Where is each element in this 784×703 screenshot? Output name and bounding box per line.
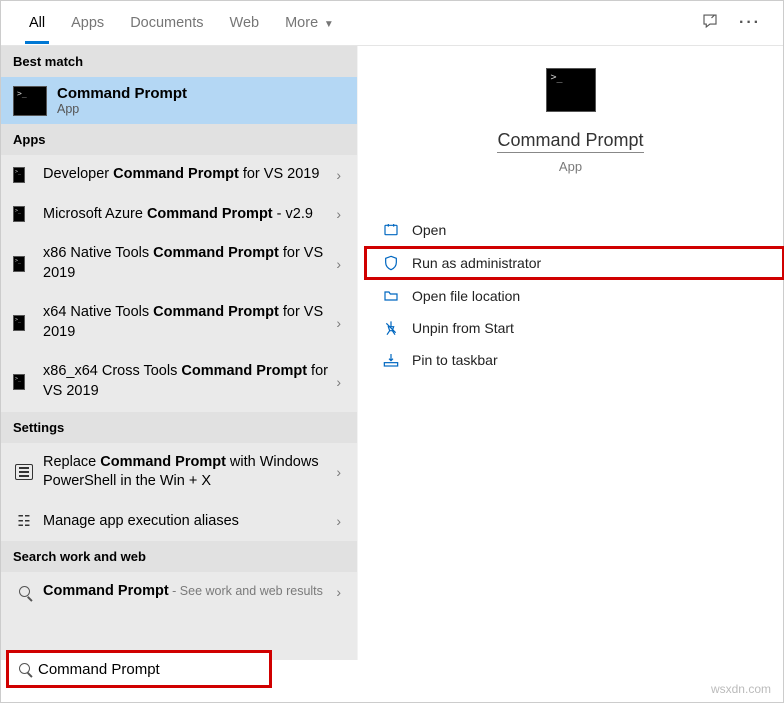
- tab-apps[interactable]: Apps: [67, 3, 108, 44]
- shield-icon: [380, 255, 402, 271]
- app-result-developer-cmd[interactable]: Developer Command Prompt for VS 2019 ›: [1, 155, 357, 195]
- feedback-icon[interactable]: [701, 12, 719, 35]
- search-bar[interactable]: [6, 650, 272, 688]
- action-label: Open file location: [412, 288, 520, 304]
- command-prompt-icon: [13, 315, 25, 331]
- settings-header: Settings: [1, 412, 357, 443]
- search-icon: [19, 586, 30, 597]
- action-open[interactable]: Open: [366, 214, 783, 246]
- content-area: Best match Command Prompt App Apps Devel…: [1, 46, 783, 660]
- ellipsis-icon[interactable]: ···: [739, 14, 761, 32]
- chevron-right-icon[interactable]: ›: [332, 374, 345, 390]
- preview-actions: Open Run as administrator Open file loca…: [358, 214, 783, 376]
- settings-list-icon: ☷: [17, 512, 30, 530]
- action-unpin-start[interactable]: Unpin from Start: [366, 312, 783, 344]
- header-actions: ···: [701, 12, 773, 35]
- command-prompt-icon: [13, 256, 25, 272]
- open-icon: [380, 222, 402, 238]
- command-prompt-icon: [13, 374, 25, 390]
- tab-more[interactable]: More ▼: [281, 3, 338, 44]
- preview-panel: Command Prompt App Open Run as administr…: [357, 46, 783, 660]
- app-result-azure-cmd[interactable]: Microsoft Azure Command Prompt - v2.9 ›: [1, 195, 357, 235]
- chevron-right-icon[interactable]: ›: [332, 513, 345, 529]
- best-match-header: Best match: [1, 46, 357, 77]
- tab-documents[interactable]: Documents: [126, 3, 207, 44]
- search-bar-container: [6, 650, 272, 688]
- web-result-cmd[interactable]: Command Prompt - See work and web result…: [1, 572, 357, 612]
- action-open-file-location[interactable]: Open file location: [366, 280, 783, 312]
- chevron-right-icon[interactable]: ›: [332, 206, 345, 222]
- pin-taskbar-icon: [380, 352, 402, 368]
- action-run-as-admin[interactable]: Run as administrator: [366, 248, 783, 278]
- chevron-down-icon: ▼: [321, 19, 334, 30]
- setting-execution-aliases[interactable]: ☷ Manage app execution aliases ›: [1, 502, 357, 542]
- best-match-subtitle: App: [57, 102, 187, 116]
- folder-icon: [380, 288, 402, 304]
- preview-subtitle: App: [559, 159, 582, 174]
- chevron-right-icon[interactable]: ›: [332, 167, 345, 183]
- filter-tabs: All Apps Documents Web More ▼: [11, 3, 701, 44]
- chevron-right-icon[interactable]: ›: [332, 256, 345, 272]
- preview-header: Command Prompt App: [358, 68, 783, 174]
- web-header: Search work and web: [1, 541, 357, 572]
- best-match-title: Command Prompt: [57, 85, 187, 102]
- chevron-right-icon[interactable]: ›: [332, 464, 345, 480]
- tab-all[interactable]: All: [25, 3, 49, 44]
- tab-web[interactable]: Web: [226, 3, 264, 44]
- chevron-right-icon[interactable]: ›: [332, 584, 345, 600]
- preview-title[interactable]: Command Prompt: [497, 130, 643, 153]
- app-result-x86-x64-cross[interactable]: x86_x64 Cross Tools Command Prompt for V…: [1, 352, 357, 411]
- action-label: Pin to taskbar: [412, 352, 498, 368]
- chevron-right-icon[interactable]: ›: [332, 315, 345, 331]
- app-result-x64-native[interactable]: x64 Native Tools Command Prompt for VS 2…: [1, 293, 357, 352]
- watermark: wsxdn.com: [711, 682, 771, 696]
- action-label: Unpin from Start: [412, 320, 514, 336]
- settings-toggle-icon: [15, 464, 33, 480]
- search-input[interactable]: [38, 661, 259, 678]
- best-match-result[interactable]: Command Prompt App: [1, 77, 357, 124]
- app-result-x86-native[interactable]: x86 Native Tools Command Prompt for VS 2…: [1, 234, 357, 293]
- command-prompt-icon: [13, 86, 47, 116]
- action-label: Open: [412, 222, 446, 238]
- search-icon: [19, 661, 30, 678]
- setting-replace-cmd[interactable]: Replace Command Prompt with Windows Powe…: [1, 443, 357, 502]
- unpin-icon: [380, 320, 402, 336]
- command-prompt-icon: [13, 206, 25, 222]
- action-label: Run as administrator: [412, 255, 541, 271]
- apps-header: Apps: [1, 124, 357, 155]
- command-prompt-icon: [546, 68, 596, 112]
- action-pin-taskbar[interactable]: Pin to taskbar: [366, 344, 783, 376]
- command-prompt-icon: [13, 167, 25, 183]
- search-header: All Apps Documents Web More ▼ ···: [1, 1, 783, 46]
- results-panel: Best match Command Prompt App Apps Devel…: [1, 46, 357, 660]
